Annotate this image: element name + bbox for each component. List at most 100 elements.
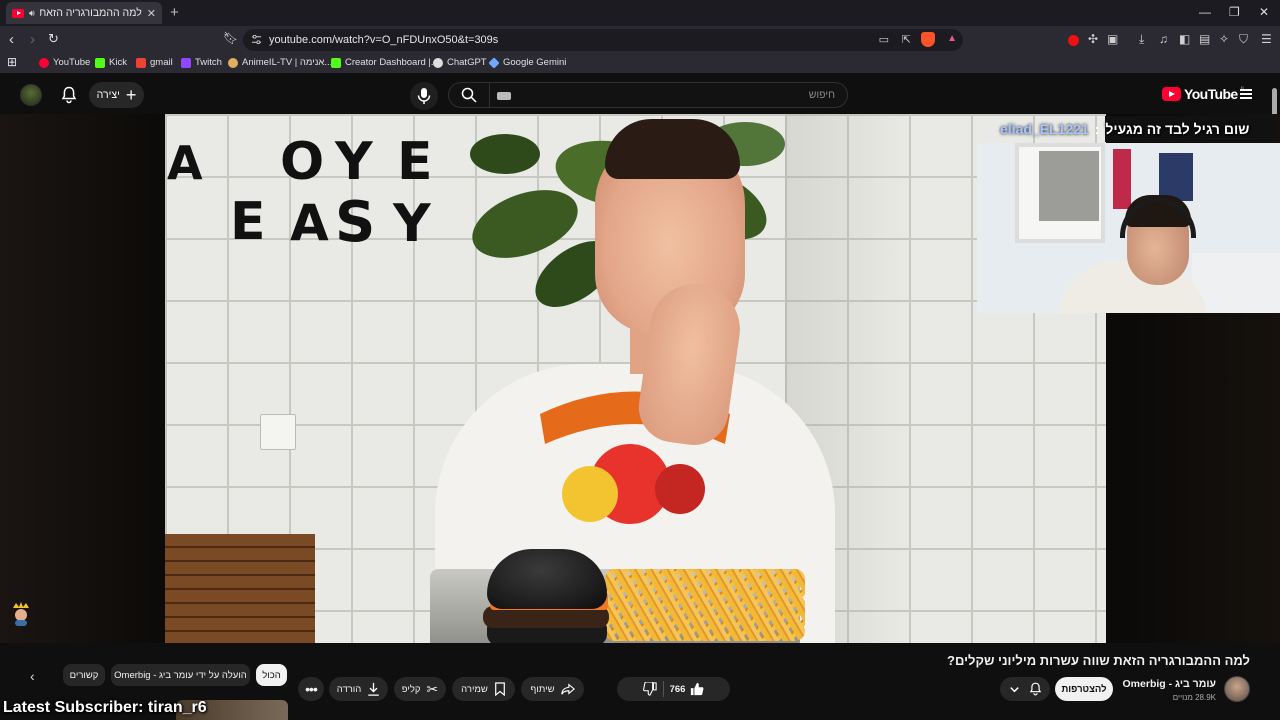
wall-letter: Y (393, 194, 431, 254)
share-button[interactable]: שיתוף (521, 677, 584, 701)
thumbs-up-icon (691, 682, 704, 696)
wallet-icon[interactable]: ▤ (1199, 32, 1210, 46)
bookmark-label: Google Gemini (503, 57, 567, 68)
apps-grid-icon[interactable]: ⊞ (7, 55, 17, 69)
voice-search-button[interactable] (410, 82, 438, 110)
close-tab-icon[interactable]: ✕ (147, 7, 156, 20)
wall-outlet-image (260, 414, 296, 450)
chip-all[interactable]: הכול (256, 664, 287, 686)
leo-ai-icon[interactable]: ✧ (1219, 32, 1229, 46)
bookmark-page-icon[interactable]: 🔖︎ (223, 31, 238, 45)
more-actions-button[interactable]: ••• (298, 677, 324, 701)
latest-subscriber-overlay: Latest Subscriber: tiran_r6 (3, 699, 207, 716)
cast-icon[interactable]: ▭ (879, 33, 889, 46)
channel-name[interactable]: עומר ביג - Omerbig (1123, 678, 1216, 690)
plus-icon: + (125, 85, 137, 105)
extensions-icon[interactable]: ✣ (1088, 32, 1098, 46)
video-player[interactable]: A O Y E E A S Y (165, 114, 1106, 643)
menu-icon[interactable]: ☰ (1261, 32, 1272, 46)
streamer-webcam-overlay (977, 143, 1280, 313)
bookmark-youtube[interactable]: YouTube (39, 57, 90, 68)
share-label: שיתוף (530, 683, 555, 695)
account-avatar[interactable] (20, 84, 42, 106)
clip-label: קליפ (401, 683, 421, 695)
channel-avatar[interactable] (1224, 676, 1250, 702)
forward-icon[interactable]: › (30, 31, 35, 48)
speaker-icon[interactable]: 🔊︎ (29, 8, 35, 19)
site-info-icon[interactable] (251, 34, 262, 45)
media-controls-icon[interactable]: ♫ (1159, 32, 1168, 46)
bookmark-label: Kick (109, 57, 127, 68)
search-box[interactable]: חיפוש (448, 82, 848, 108)
minimize-icon[interactable]: — (1199, 5, 1211, 19)
bookmark-gemini[interactable]: Google Gemini (488, 56, 567, 69)
share-page-icon[interactable]: ⇱ (902, 33, 911, 46)
chevron-left-icon[interactable]: ‹ (30, 668, 35, 684)
notifications-bell-icon[interactable] (61, 86, 77, 104)
vpn-icon[interactable]: ⛉ (1239, 32, 1248, 47)
join-button[interactable]: להצטרפות (1055, 677, 1113, 701)
create-button[interactable]: יצירה + (89, 82, 144, 108)
gemini-bookmark-icon (488, 56, 500, 69)
chat-message-text: שום רגיל לבד זה מגעיל (1105, 121, 1250, 137)
search-divider (489, 83, 490, 107)
webcam-window-image (1015, 143, 1105, 243)
keyboard-icon[interactable] (497, 92, 511, 100)
restore-icon[interactable]: ❐ (1229, 5, 1240, 19)
subscribed-button[interactable] (1000, 677, 1050, 701)
webcam-bed-image (1192, 253, 1280, 313)
like-dislike-group: 766 (617, 677, 730, 701)
address-bar[interactable]: youtube.com/watch?v=O_nFDUnxO50&t=309s ▭… (243, 29, 963, 51)
bookmark-twitch[interactable]: Twitch (181, 57, 222, 68)
download-button[interactable]: הורדה (329, 677, 388, 701)
twitch-bookmark-icon (181, 57, 191, 68)
downloads-icon[interactable]: ⤓ (1139, 32, 1144, 47)
more-horizontal-icon: ••• (305, 681, 318, 697)
tab-title: למה ההמבורגריה הזאת שווה (39, 7, 142, 19)
youtube-logo[interactable]: YouTube IL (1162, 86, 1246, 102)
bookmark-chatgpt[interactable]: ChatGPT (433, 57, 487, 68)
like-button[interactable]: 766 (670, 682, 705, 696)
notifications-bell-icon (1029, 682, 1042, 696)
bookmark-animeil[interactable]: AnimeIL-TV | אנימה... (228, 57, 332, 68)
back-icon[interactable]: ‹ (9, 31, 14, 48)
subscriber-count: 28.9K מנויים (1172, 693, 1216, 702)
tab-manager-icon[interactable]: ▣ (1107, 32, 1118, 46)
guide-menu-icon[interactable] (1240, 89, 1252, 99)
browser-tab-bar: 🔊︎ למה ההמבורגריה הזאת שווה ✕ + — ❐ ✕ (0, 0, 1280, 26)
youtube-play-logo-icon (1162, 87, 1181, 101)
kick-bookmark-icon (95, 57, 105, 68)
burger-black-bun-image (487, 549, 607, 609)
wall-letter: S (335, 190, 376, 255)
reload-icon[interactable]: ↻ (48, 31, 59, 47)
bookmark-kick[interactable]: Kick (95, 57, 127, 68)
save-button[interactable]: שמירה (452, 677, 515, 701)
chip-from-channel[interactable]: הועלה על ידי עומר ביג - Omerbig (111, 664, 250, 686)
bookmark-label: Creator Dashboard |... (345, 57, 439, 68)
bookmark-gmail[interactable]: gmail (136, 57, 173, 68)
chevron-down-icon (1010, 686, 1019, 692)
sidebar-icon[interactable]: ◧ (1179, 32, 1190, 46)
video-title: למה ההמבורגריה הזאת שווה עשרות מיליוני ש… (947, 653, 1250, 668)
bookmark-creator-dashboard[interactable]: Creator Dashboard |... (331, 57, 439, 68)
stream-chat-message: שום רגיל לבד זה מגעיל : eliad_EL1221 (1000, 117, 1249, 141)
search-placeholder[interactable]: חיפוש (809, 89, 835, 101)
bookmark-label: YouTube (53, 57, 91, 68)
webcam-poster-image (1159, 153, 1193, 201)
clip-button[interactable]: ✂ קליפ (394, 677, 446, 701)
search-icon[interactable] (461, 87, 477, 103)
adblock-extension-icon[interactable] (1068, 35, 1079, 46)
close-window-icon[interactable]: ✕ (1259, 5, 1269, 19)
download-icon (368, 682, 380, 696)
chip-related[interactable]: קשורים (63, 664, 105, 686)
fries-image (605, 569, 805, 641)
kick-bookmark-icon (331, 57, 341, 68)
brave-rewards-icon[interactable]: ▲ (947, 33, 957, 44)
thumbs-down-icon[interactable] (642, 682, 657, 696)
animeil-bookmark-icon (228, 57, 238, 68)
wall-letter: Y (335, 132, 373, 192)
brave-shield-icon[interactable] (921, 32, 935, 47)
new-tab-icon[interactable]: + (170, 4, 179, 21)
browser-tab-active[interactable]: 🔊︎ למה ההמבורגריה הזאת שווה ✕ (6, 2, 162, 24)
create-label: יצירה (96, 89, 120, 101)
